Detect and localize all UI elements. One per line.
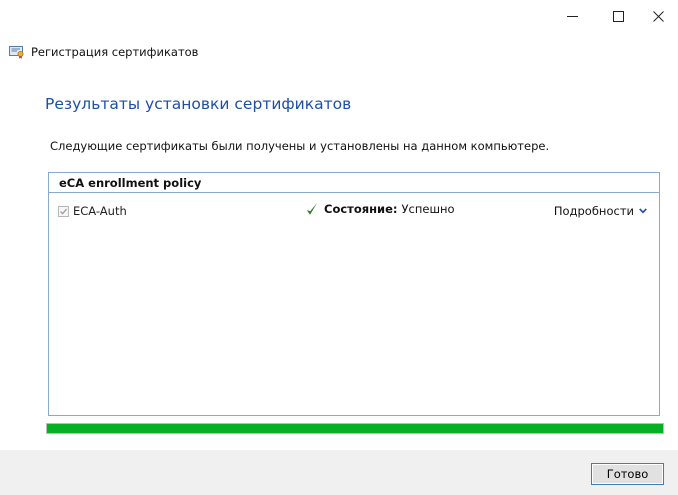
progress-bar bbox=[46, 423, 664, 434]
close-button[interactable] bbox=[638, 0, 678, 32]
window-controls bbox=[552, 0, 678, 32]
checkbox-check-icon bbox=[60, 208, 68, 215]
page-heading: Результаты установки сертификатов bbox=[45, 95, 352, 113]
certificate-checkbox[interactable] bbox=[58, 205, 69, 217]
close-icon bbox=[652, 10, 664, 22]
maximize-icon bbox=[612, 10, 624, 22]
window-title: Регистрация сертификатов bbox=[31, 45, 199, 59]
minimize-icon bbox=[566, 15, 578, 17]
details-link[interactable]: Подробности bbox=[554, 204, 647, 218]
status-value: Успешно bbox=[401, 202, 455, 216]
progress-fill bbox=[47, 424, 663, 433]
policy-panel: eCA enrollment policy ECA-Auth Состояние… bbox=[48, 172, 660, 416]
policy-header: eCA enrollment policy bbox=[49, 173, 659, 193]
certificate-icon bbox=[9, 46, 24, 59]
maximize-button[interactable] bbox=[598, 0, 638, 32]
details-label: Подробности bbox=[553, 204, 634, 218]
footer: Готово bbox=[0, 450, 678, 495]
minimize-button[interactable] bbox=[552, 0, 592, 32]
certificate-name: ECA-Auth bbox=[73, 204, 127, 218]
certificate-checkbox-group: ECA-Auth bbox=[58, 204, 127, 218]
certificate-status: Состояние: Успешно bbox=[306, 202, 455, 216]
chevron-down-icon bbox=[639, 208, 647, 214]
certificate-row: ECA-Auth Состояние: Успешно Подробности bbox=[49, 202, 659, 224]
status-label: Состояние: bbox=[324, 202, 398, 216]
page-description: Следующие сертификаты были получены и ус… bbox=[50, 139, 550, 153]
done-button[interactable]: Готово bbox=[591, 463, 664, 485]
checkmark-icon bbox=[306, 202, 318, 215]
title-bar: Регистрация сертификатов bbox=[9, 44, 198, 60]
